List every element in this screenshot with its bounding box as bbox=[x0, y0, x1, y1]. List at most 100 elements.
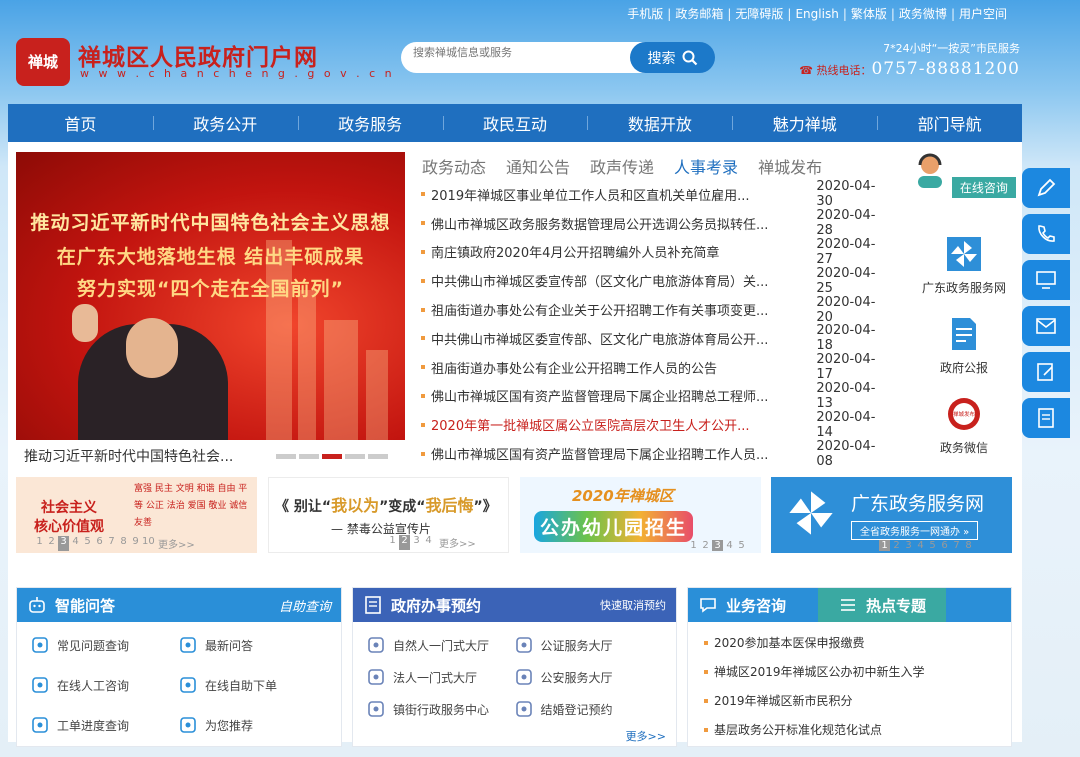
pager-number[interactable]: 5 bbox=[736, 540, 747, 551]
pager-number[interactable]: 6 bbox=[939, 540, 950, 551]
news-item[interactable]: 2020年第一批禅城区属公立医院高层次卫生人才公开... 2020-04-14 bbox=[421, 410, 891, 440]
rail-scroll-button[interactable] bbox=[1022, 398, 1070, 438]
pager-number[interactable]: 8 bbox=[963, 540, 974, 551]
news-item[interactable]: 南庄镇政府2020年4月公开招聘编外人员补充简章 2020-04-27 bbox=[421, 237, 891, 267]
appointment-item[interactable]: 公安服务大厅 bbox=[515, 662, 663, 692]
pager-number[interactable]: 7 bbox=[951, 540, 962, 551]
pager-number[interactable]: 3 bbox=[58, 536, 69, 551]
consulting-item[interactable]: 2019年禅城区新市民积分 bbox=[704, 686, 995, 715]
pager-number[interactable]: 8 bbox=[118, 536, 129, 551]
appointment-item[interactable]: 公证服务大厅 bbox=[515, 630, 663, 660]
tab-hot-topics[interactable]: 热点专题 bbox=[818, 588, 947, 622]
headline-carousel[interactable]: 推动习近平新时代中国特色社会主义思想 在广东大地落地生根 结出丰硕成果 努力实现… bbox=[16, 152, 405, 440]
pager-number[interactable]: 3 bbox=[712, 540, 723, 551]
smart-qa-item[interactable]: 在线人工咨询 bbox=[31, 670, 179, 700]
news-title[interactable]: 中共佛山市禅城区委宣传部（区文化广电旅游体育局）关... bbox=[431, 271, 784, 290]
news-title[interactable]: 祖庙街道办事处公有企业公开招聘工作人员的公告 bbox=[431, 358, 784, 377]
pager-number[interactable]: 6 bbox=[94, 536, 105, 551]
pager-more-link[interactable]: 更多>> bbox=[158, 536, 195, 551]
online-consult-button[interactable]: 在线咨询 bbox=[951, 177, 1016, 198]
pager-number[interactable]: 9 bbox=[130, 536, 141, 551]
nav-open-data[interactable]: 数据开放 bbox=[587, 104, 732, 142]
link-accessible[interactable]: 无障碍版 bbox=[735, 7, 783, 21]
search-input[interactable] bbox=[401, 42, 651, 73]
appointment-item[interactable]: 自然人一门式大厅 bbox=[367, 630, 515, 660]
smart-qa-item[interactable]: 工单进度查询 bbox=[31, 710, 179, 740]
news-title[interactable]: 南庄镇政府2020年4月公开招聘编外人员补充简章 bbox=[431, 242, 784, 261]
news-item[interactable]: 中共佛山市禅城区委宣传部（区文化广电旅游体育局）关... 2020-04-25 bbox=[421, 266, 891, 296]
consulting-item[interactable]: 基层政务公开标准化规范化试点 bbox=[704, 715, 995, 744]
appointment-more-link[interactable]: 更多>> bbox=[626, 728, 666, 744]
nav-charm-chancheng[interactable]: 魅力禅城 bbox=[732, 104, 877, 142]
search-button[interactable]: 搜索 bbox=[630, 42, 715, 73]
consulting-item[interactable]: 禅城区2019年禅城区公办初中新生入学 bbox=[704, 657, 995, 686]
news-title[interactable]: 中共佛山市禅城区委宣传部、区文化广电旅游体育局公开... bbox=[431, 329, 784, 348]
pager-more-link[interactable]: 更多>> bbox=[439, 535, 476, 550]
link-user-space[interactable]: 用户空间 bbox=[959, 7, 1007, 21]
banner-gd-gov-service[interactable]: 广东政务服务网 全省政务服务一网通办 » 12345678 bbox=[771, 477, 1012, 553]
pager-number[interactable]: 3 bbox=[903, 540, 914, 551]
link-weibo[interactable]: 政务微博 bbox=[899, 7, 947, 21]
nav-home[interactable]: 首页 bbox=[8, 104, 153, 142]
gd-gov-sub[interactable]: 全省政务服务一网通办 » bbox=[851, 521, 979, 540]
rail-monitor-button[interactable] bbox=[1022, 260, 1070, 300]
news-item[interactable]: 2019年禅城区事业单位工作人员和区直机关单位雇用... 2020-04-30 bbox=[421, 179, 891, 209]
tab-business-consult[interactable]: 业务咨询 bbox=[688, 595, 810, 616]
nav-departments[interactable]: 部门导航 bbox=[877, 104, 1022, 142]
news-item[interactable]: 佛山市禅城区政务服务数据管理局公开选调公务员拟转任... 2020-04-28 bbox=[421, 208, 891, 238]
pager-number[interactable]: 10 bbox=[142, 536, 155, 551]
nav-interaction[interactable]: 政民互动 bbox=[442, 104, 588, 142]
link-mail[interactable]: 政务邮箱 bbox=[675, 7, 723, 21]
site-logo-seal[interactable]: 禅城 bbox=[16, 38, 70, 86]
link-mobile[interactable]: 手机版 bbox=[627, 7, 663, 21]
pager-number[interactable]: 7 bbox=[106, 536, 117, 551]
rail-phone-button[interactable] bbox=[1022, 214, 1070, 254]
service-gazette[interactable]: 政府公报 bbox=[912, 316, 1016, 382]
carousel-caption[interactable]: 推动习近平新时代中国特色社会... bbox=[24, 446, 233, 466]
smart-qa-item[interactable]: 在线自助下单 bbox=[179, 670, 327, 700]
pager-number[interactable]: 4 bbox=[70, 536, 81, 551]
carousel-dot[interactable] bbox=[299, 454, 319, 459]
news-item[interactable]: 佛山市禅城区国有资产监督管理局下属企业招聘总工程师... 2020-04-13 bbox=[421, 381, 891, 411]
nav-gov-affairs[interactable]: 政务公开 bbox=[152, 104, 298, 142]
tab-notices[interactable]: 通知公告 bbox=[506, 154, 570, 178]
carousel-dot[interactable] bbox=[345, 454, 365, 459]
tab-gov-news[interactable]: 政务动态 bbox=[422, 154, 486, 178]
service-gd-gov[interactable]: 广东政务服务网 bbox=[912, 236, 1016, 302]
news-title[interactable]: 2020年第一批禅城区属公立医院高层次卫生人才公开... bbox=[431, 415, 784, 434]
pager-number[interactable]: 4 bbox=[423, 535, 434, 550]
rail-edit-button[interactable] bbox=[1022, 352, 1070, 392]
pager-number[interactable]: 2 bbox=[891, 540, 902, 551]
pager-number[interactable]: 4 bbox=[915, 540, 926, 551]
pager-number[interactable]: 2 bbox=[700, 540, 711, 551]
service-wechat[interactable]: 禅城发布 政务微信 bbox=[912, 396, 1016, 462]
banner-core-values[interactable]: 社会主义 核心价值观 富强 民主 文明 和谐 自由 平等 公正 法治 爱国 敬业… bbox=[16, 477, 257, 553]
pager-number[interactable]: 5 bbox=[927, 540, 938, 551]
pager-number[interactable]: 1 bbox=[879, 540, 890, 551]
news-title[interactable]: 佛山市禅城区国有资产监督管理局下属企业招聘总工程师... bbox=[431, 386, 784, 405]
pager-number[interactable]: 3 bbox=[411, 535, 422, 550]
pager-number[interactable]: 2 bbox=[399, 535, 410, 550]
pager-number[interactable]: 1 bbox=[34, 536, 45, 551]
pager-number[interactable]: 4 bbox=[724, 540, 735, 551]
carousel-dot[interactable] bbox=[276, 454, 296, 459]
nav-gov-services[interactable]: 政务服务 bbox=[297, 104, 443, 142]
pager-number[interactable]: 5 bbox=[82, 536, 93, 551]
pager-number[interactable]: 2 bbox=[46, 536, 57, 551]
news-title[interactable]: 佛山市禅城区国有资产监督管理局下属企业招聘工作人员... bbox=[431, 444, 784, 463]
news-title[interactable]: 2019年禅城区事业单位工作人员和区直机关单位雇用... bbox=[431, 185, 784, 204]
news-title[interactable]: 佛山市禅城区政务服务数据管理局公开选调公务员拟转任... bbox=[431, 214, 784, 233]
link-english[interactable]: English bbox=[795, 7, 838, 21]
news-item[interactable]: 祖庙街道办事处公有企业公开招聘工作人员的公告 2020-04-17 bbox=[421, 352, 891, 382]
rail-write-button[interactable] bbox=[1022, 168, 1070, 208]
rail-mail-button[interactable] bbox=[1022, 306, 1070, 346]
carousel-dot[interactable] bbox=[368, 454, 388, 459]
smart-qa-item[interactable]: 常见问题查询 bbox=[31, 630, 179, 660]
appointment-item[interactable]: 镇街行政服务中心 bbox=[367, 694, 515, 724]
tab-voices[interactable]: 政声传递 bbox=[590, 154, 654, 178]
news-title[interactable]: 祖庙街道办事处公有企业关于公开招聘工作有关事项变更... bbox=[431, 300, 784, 319]
pager-number[interactable]: 1 bbox=[688, 540, 699, 551]
pager-number[interactable]: 1 bbox=[387, 535, 398, 550]
tab-personnel[interactable]: 人事考录 bbox=[674, 154, 738, 178]
news-item[interactable]: 佛山市禅城区国有资产监督管理局下属企业招聘工作人员... 2020-04-08 bbox=[421, 439, 891, 469]
